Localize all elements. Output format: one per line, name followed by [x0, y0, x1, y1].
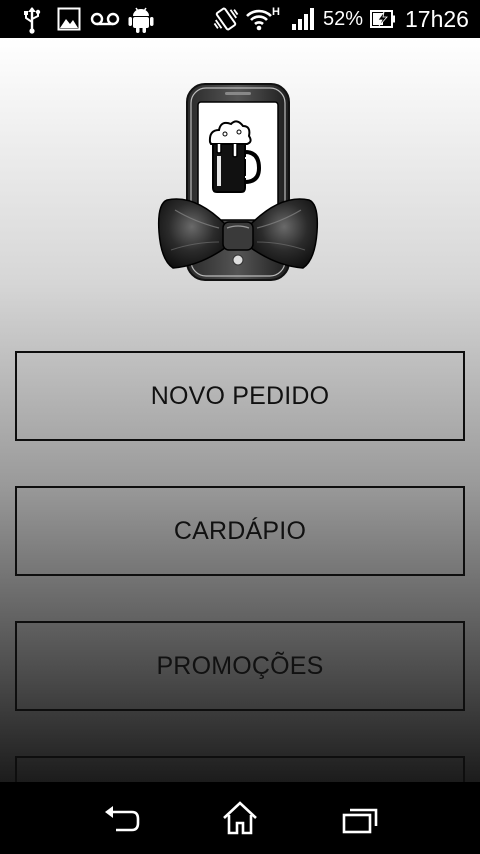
- main-content: NOVO PEDIDO CARDÁPIO PROMOÇÕES: [0, 38, 480, 782]
- usb-icon: [24, 7, 41, 34]
- menu-button-partial[interactable]: [15, 756, 465, 782]
- signal-icon: [292, 8, 314, 30]
- back-icon[interactable]: [102, 806, 140, 834]
- menu-catalog-button[interactable]: CARDÁPIO: [15, 486, 465, 576]
- battery-percent: 52%: [323, 8, 364, 30]
- clock-time: 17h26: [405, 6, 469, 32]
- image-icon: [57, 7, 81, 31]
- signal-type-label: H: [272, 6, 280, 18]
- promotions-button[interactable]: PROMOÇÕES: [15, 621, 465, 711]
- vibrate-icon: [213, 7, 239, 31]
- new-order-button[interactable]: NOVO PEDIDO: [15, 351, 465, 441]
- phone-beer-bowtie-logo: [157, 83, 319, 281]
- home-icon[interactable]: [220, 800, 260, 836]
- navigation-bar: [0, 782, 480, 854]
- voicemail-icon: [90, 12, 120, 26]
- battery-charging-icon: [370, 10, 395, 28]
- recent-apps-icon[interactable]: [341, 806, 379, 836]
- status-bar: H 52% 17h26: [0, 0, 480, 38]
- wifi-icon: [246, 9, 272, 31]
- android-icon: [128, 7, 154, 33]
